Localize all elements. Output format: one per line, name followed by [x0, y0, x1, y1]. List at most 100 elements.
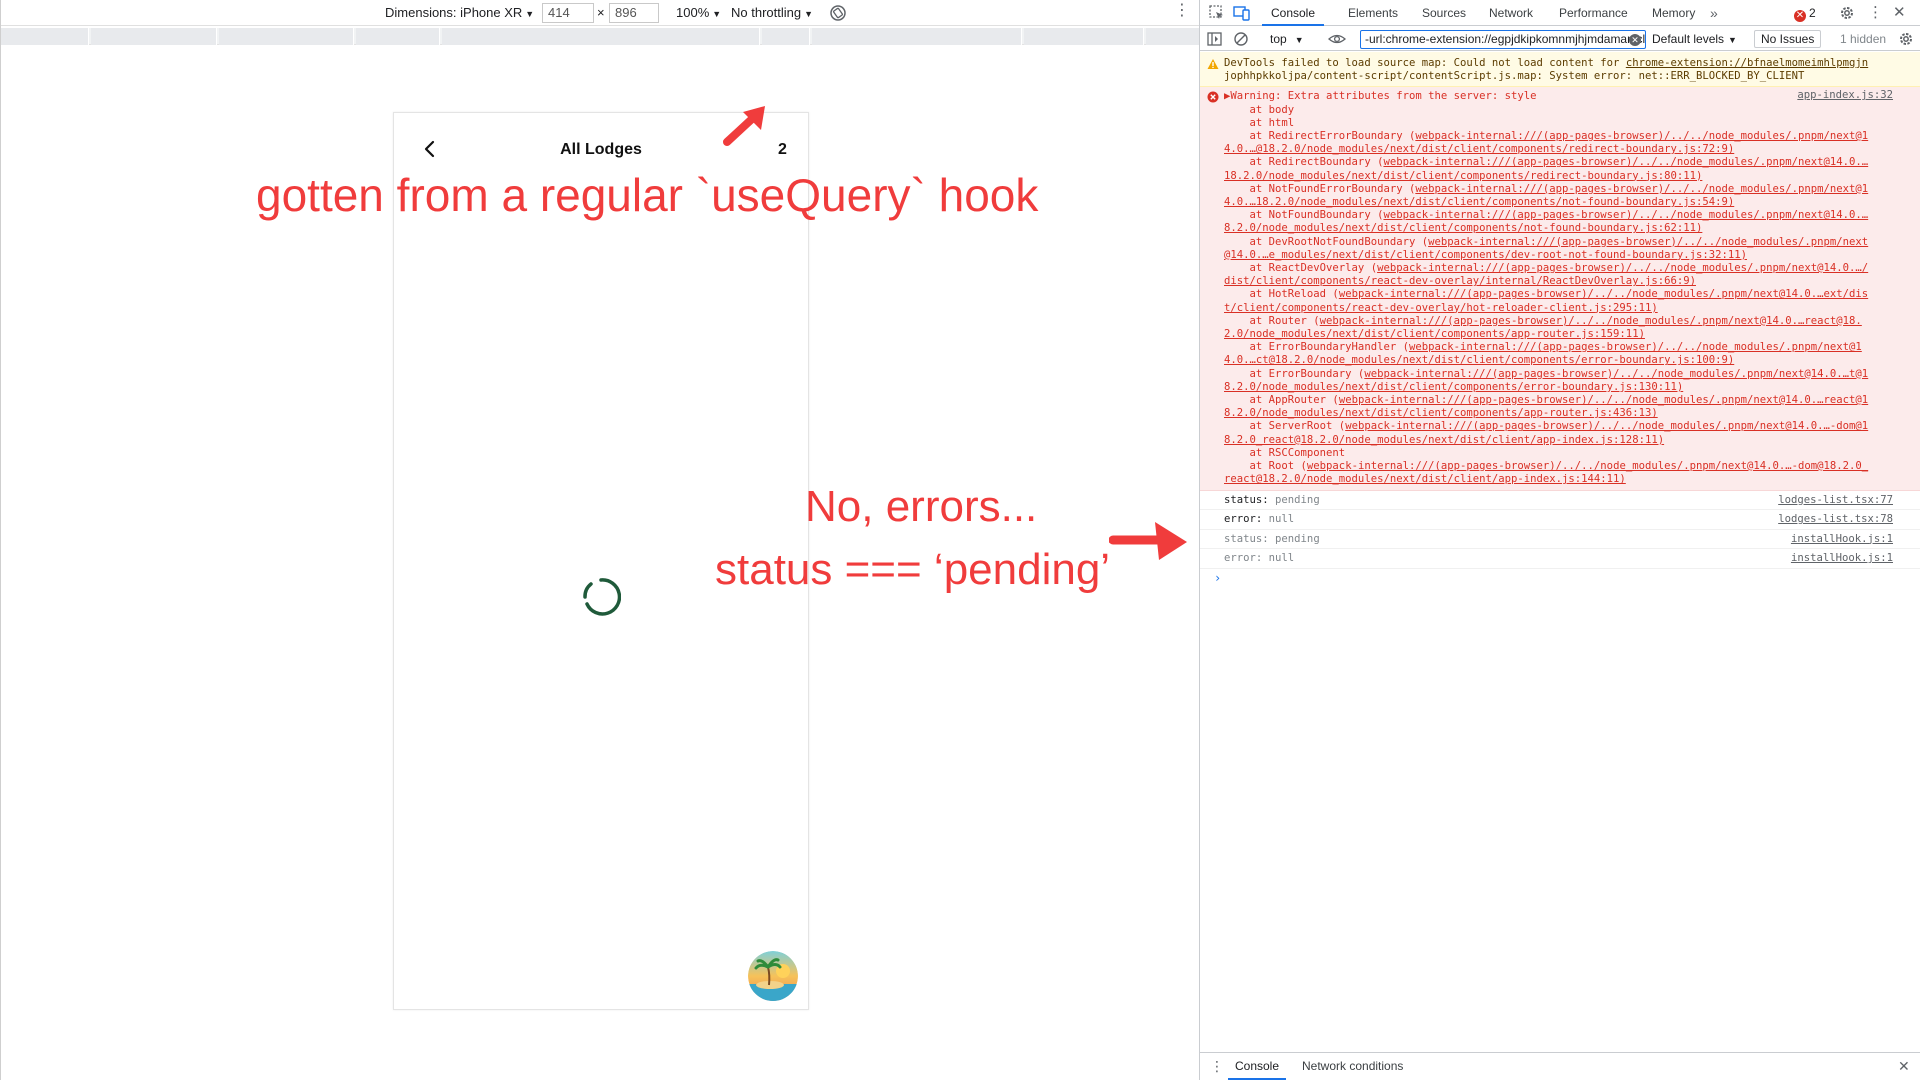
media-segment[interactable]: [442, 28, 760, 45]
warning-text: DevTools failed to load source map: Coul…: [1224, 57, 1626, 69]
more-tabs-icon[interactable]: »: [1710, 0, 1718, 26]
stack-frame-text: at ServerRoot (: [1224, 420, 1346, 433]
stack-frame: at RSCComponent: [1224, 447, 1893, 460]
log-source-link[interactable]: installHook.js:1: [1791, 530, 1893, 550]
clear-console-icon[interactable]: [1232, 30, 1250, 48]
stack-frame-link-cont[interactable]: 8.2.0/node_modules/next/dist/client/comp…: [1224, 381, 1893, 394]
context-select[interactable]: top ▼: [1270, 31, 1304, 47]
console-log-list: status: pending lodges-list.tsx:77 error: …: [1200, 491, 1920, 569]
inspect-element-icon[interactable]: [1208, 4, 1226, 22]
stack-frame-link-cont[interactable]: 2.0/node_modules/next/dist/client/compon…: [1224, 328, 1893, 341]
stack-frame-link-cont[interactable]: @14.0.…e_modules/next/dist/client/compon…: [1224, 249, 1893, 262]
drawer-menu-icon[interactable]: ⋮: [1210, 1053, 1224, 1080]
stack-frame-link-cont[interactable]: 8.2.0/node_modules/next/dist/client/comp…: [1224, 407, 1893, 420]
stack-frame-link-cont[interactable]: 18.2.0/node_modules/next/dist/client/com…: [1224, 170, 1893, 183]
stack-frame-link-cont[interactable]: 8.2.0_react@18.2.0/node_modules/next/dis…: [1224, 434, 1893, 447]
media-segment[interactable]: [219, 28, 354, 45]
zoom-select[interactable]: 100% ▼: [676, 4, 721, 22]
log-source-link[interactable]: installHook.js:1: [1791, 549, 1893, 569]
media-segment[interactable]: [91, 28, 217, 45]
stack-frame-link[interactable]: webpack-internal:///(app-pages-browser)/…: [1339, 288, 1868, 300]
stack-frame-link[interactable]: webpack-internal:///(app-pages-browser)/…: [1307, 460, 1868, 472]
error-circle-icon: [1207, 91, 1219, 103]
stack-frame-text: at Router (: [1224, 314, 1320, 327]
log-value: null: [1268, 513, 1295, 525]
media-segment[interactable]: [1, 28, 89, 45]
throttling-select[interactable]: No throttling ▼: [731, 4, 813, 22]
live-expression-eye-icon[interactable]: [1328, 30, 1346, 48]
stack-frame-text: at NotFoundBoundary (: [1224, 209, 1384, 222]
rotate-icon[interactable]: [828, 3, 848, 23]
media-segment[interactable]: [762, 28, 810, 45]
zoom-label: 100%: [676, 5, 710, 20]
media-segment[interactable]: [1024, 28, 1144, 45]
island-logo-icon[interactable]: [748, 951, 798, 1001]
settings-gear-icon[interactable]: [1838, 4, 1856, 22]
stack-frame-text: at ErrorBoundary (: [1224, 367, 1365, 380]
tab-performance[interactable]: Performance: [1559, 0, 1628, 26]
devtools-menu-icon[interactable]: ⋮: [1868, 0, 1883, 26]
warning-text-cont: jophhpkkoljpa/content-script/contentScri…: [1224, 70, 1805, 83]
log-source-link[interactable]: lodges-list.tsx:78: [1778, 510, 1893, 530]
stack-frame-link-cont[interactable]: t/client/components/react-dev-overlay/ho…: [1224, 302, 1893, 315]
console-messages: DevTools failed to load source map: Coul…: [1200, 52, 1920, 1052]
stack-frame-text: at Root (: [1224, 460, 1307, 473]
log-levels-select[interactable]: Default levels ▼: [1652, 31, 1737, 47]
dimensions-select[interactable]: Dimensions: iPhone XR ▼: [385, 4, 534, 22]
sidebar-toggle-icon[interactable]: [1206, 30, 1224, 48]
stack-frame-text: at AppRouter (: [1224, 394, 1339, 407]
stack-frame-link-cont[interactable]: dist/client/components/react-dev-overlay…: [1224, 275, 1893, 288]
console-filter-input[interactable]: -url:chrome-extension://egpjdkipkomnmjhj…: [1360, 30, 1646, 49]
media-query-bar[interactable]: [1, 28, 1200, 45]
stack-frame-link[interactable]: webpack-internal:///(app-pages-browser)/…: [1383, 156, 1868, 168]
stack-frame-link-cont[interactable]: 4.0.…18.2.0/node_modules/next/dist/clien…: [1224, 196, 1893, 209]
height-input[interactable]: 896: [609, 3, 659, 23]
clear-filter-icon[interactable]: ✕: [1629, 34, 1641, 46]
log-source-link[interactable]: lodges-list.tsx:77: [1778, 491, 1893, 511]
stack-frame-link-cont[interactable]: 8.2.0/node_modules/next/dist/client/comp…: [1224, 222, 1893, 235]
stack-frame-link-cont[interactable]: react@18.2.0/node_modules/next/dist/clie…: [1224, 473, 1893, 486]
annotation-no-errors: No, errors...: [805, 482, 1038, 531]
stack-frame-link[interactable]: webpack-internal:///(app-pages-browser)/…: [1383, 209, 1868, 221]
stack-frame-link[interactable]: webpack-internal:///(app-pages-browser)/…: [1345, 420, 1868, 432]
issues-button[interactable]: No Issues: [1754, 30, 1822, 48]
tab-memory[interactable]: Memory: [1652, 0, 1695, 26]
media-segment[interactable]: [812, 28, 1022, 45]
tab-console[interactable]: Console: [1262, 0, 1324, 26]
tab-sources[interactable]: Sources: [1422, 0, 1466, 26]
warning-link[interactable]: chrome-extension://bfnaelmomeimhlpmgjn: [1626, 57, 1868, 69]
console-prompt[interactable]: ›: [1200, 569, 1920, 587]
stack-frame-link-cont[interactable]: 4.0.…@18.2.0/node_modules/next/dist/clie…: [1224, 143, 1893, 156]
stack-frame-link[interactable]: webpack-internal:///(app-pages-browser)/…: [1339, 394, 1868, 406]
stack-frame-link[interactable]: webpack-internal:///(app-pages-browser)/…: [1415, 130, 1868, 142]
close-devtools-icon[interactable]: ✕: [1893, 0, 1906, 26]
annotation-status-pending: status === ‘pending’: [715, 545, 1111, 594]
console-settings-gear-icon[interactable]: [1897, 30, 1915, 48]
stack-frame-text: at body: [1224, 103, 1295, 116]
more-options-icon[interactable]: ⋮: [1174, 2, 1190, 20]
close-drawer-icon[interactable]: ✕: [1898, 1053, 1910, 1080]
tab-elements[interactable]: Elements: [1348, 0, 1398, 26]
stack-frame-link[interactable]: webpack-internal:///(app-pages-browser)/…: [1409, 341, 1862, 353]
console-error-message: app-index.js:32 ▶Warning: Extra attribut…: [1200, 87, 1920, 491]
stack-frame-link[interactable]: webpack-internal:///(app-pages-browser)/…: [1364, 368, 1868, 380]
error-source-link[interactable]: app-index.js:32: [1797, 89, 1893, 101]
stack-frame-link[interactable]: webpack-internal:///(app-pages-browser)/…: [1415, 183, 1868, 195]
stack-frame-text: at DevRootNotFoundBoundary (: [1224, 235, 1429, 248]
error-count-badge[interactable]: ✕ 2: [1794, 5, 1816, 22]
stack-frame-link[interactable]: webpack-internal:///(app-pages-browser)/…: [1428, 236, 1868, 248]
stack-frame-text: at RedirectBoundary (: [1224, 156, 1384, 169]
dimensions-label: Dimensions: iPhone XR: [385, 5, 523, 20]
stack-frame-link[interactable]: webpack-internal:///(app-pages-browser)/…: [1377, 262, 1868, 274]
stack-frame-link-cont[interactable]: 4.0.…ct@18.2.0/node_modules/next/dist/cl…: [1224, 354, 1893, 367]
width-input[interactable]: 414: [542, 3, 594, 23]
media-segment[interactable]: [1146, 28, 1200, 45]
drawer-tab-console[interactable]: Console: [1228, 1053, 1286, 1080]
device-toggle-icon[interactable]: [1233, 4, 1251, 22]
log-key: status:: [1224, 493, 1269, 506]
stack-frame-link[interactable]: webpack-internal:///(app-pages-browser)/…: [1320, 315, 1862, 327]
tab-network[interactable]: Network: [1489, 0, 1533, 26]
media-segment[interactable]: [356, 28, 440, 45]
log-value: pending: [1275, 532, 1320, 545]
drawer-tab-network-conditions[interactable]: Network conditions: [1302, 1053, 1403, 1080]
